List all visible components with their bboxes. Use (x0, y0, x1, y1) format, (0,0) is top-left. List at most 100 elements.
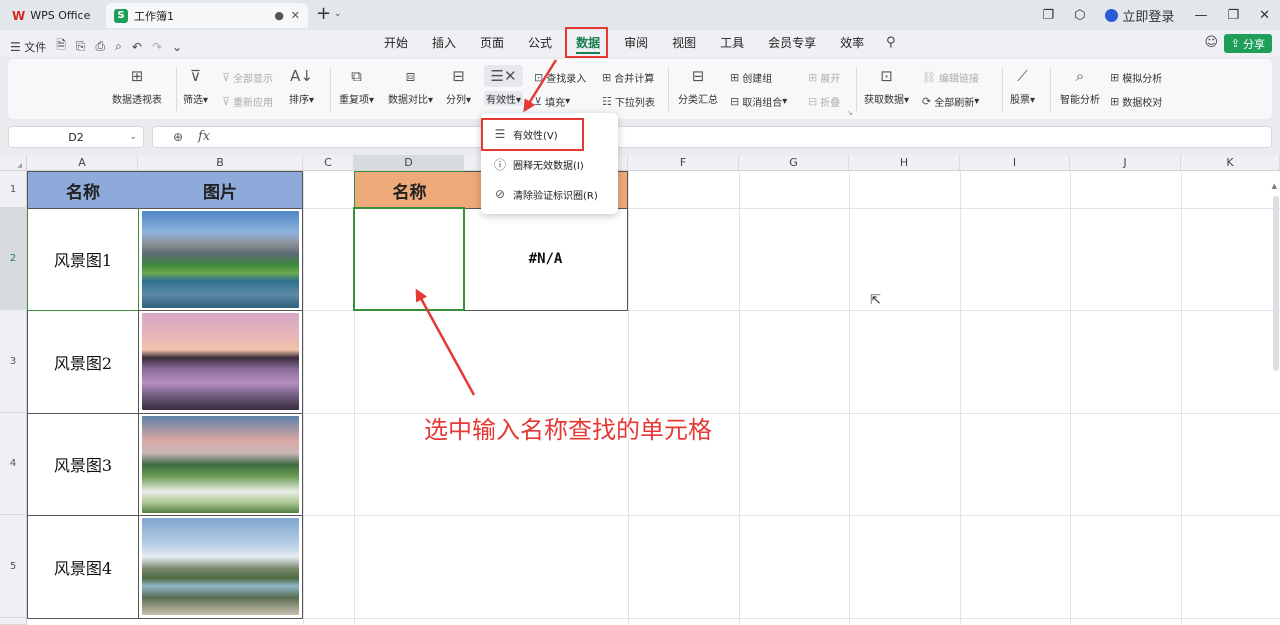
what-if-button[interactable]: ⊞ 模拟分析 (1110, 70, 1162, 85)
column-header-c[interactable]: C (303, 155, 354, 171)
cell-a5[interactable]: 风景图4 (27, 515, 139, 619)
lookup-entry-button[interactable]: ⊡ 查找录入 (534, 70, 586, 85)
get-data-button[interactable]: ⊡ 获取数据▾ (864, 65, 909, 106)
row-header-3[interactable]: 3 (0, 310, 27, 413)
tab-formula[interactable]: 公式 (516, 30, 564, 57)
column-header-a[interactable]: A (27, 155, 138, 171)
menu-item-clear-circles[interactable]: ⊘ 清除验证标识圈(R) (485, 180, 614, 208)
menu-item-circle-invalid[interactable]: ⓘ 圈释无效数据(I) (485, 150, 614, 178)
name-box[interactable]: D2 ⌄ (8, 126, 144, 148)
collapse-button[interactable]: ⊟ 折叠 (808, 94, 840, 109)
cube-icon[interactable]: ⬡ (1074, 8, 1085, 23)
fill-button[interactable]: ⊻ 填充 ▾ (534, 94, 570, 109)
print-preview-icon[interactable]: ⌕ (115, 39, 122, 54)
cell-a3[interactable]: 风景图2 (27, 310, 139, 414)
name-box-chevron-icon[interactable]: ⌄ (129, 132, 137, 142)
cell-b4[interactable] (138, 413, 303, 516)
close-window-icon[interactable]: ✕ (1259, 8, 1270, 23)
pivot-table-button[interactable]: ⊞ 数据透视表 (112, 65, 162, 106)
login-button[interactable]: 立即登录 (1105, 6, 1174, 25)
chat-icon[interactable]: ☺ (1204, 35, 1218, 50)
cell-a4[interactable]: 风景图3 (27, 413, 139, 516)
column-header-k[interactable]: K (1181, 155, 1280, 171)
column-header-g[interactable]: G (739, 155, 849, 171)
split-column-button[interactable]: ⊟ 分列▾ (446, 65, 471, 106)
ungroup-button[interactable]: ⊟ 取消组合 ▾ (730, 94, 787, 109)
tab-insert[interactable]: 插入 (420, 30, 468, 57)
search-icon[interactable]: ⚲ (886, 35, 896, 50)
row-header-5[interactable]: 5 (0, 515, 27, 618)
vertical-scrollbar[interactable] (1273, 196, 1279, 371)
column-header-b[interactable]: B (138, 155, 303, 171)
row-header-4[interactable]: 4 (0, 413, 27, 515)
tab-page[interactable]: 页面 (468, 30, 516, 57)
spreadsheet-grid[interactable]: A B C D E F G H I J K 1 2 3 4 5 名称 图片 名称… (0, 155, 1280, 625)
column-header-d[interactable]: D (354, 155, 464, 171)
dropdown-list-button[interactable]: ☷ 下拉列表 (602, 94, 655, 109)
undo-icon[interactable]: ↶ (132, 40, 142, 54)
tab-review[interactable]: 审阅 (612, 30, 660, 57)
cell-d1[interactable]: 名称 (354, 171, 465, 209)
landscape-image-mountain-lake[interactable] (142, 211, 299, 308)
save-icon[interactable]: 🗎 (56, 36, 66, 57)
create-group-button[interactable]: ⊞ 创建组 (730, 70, 772, 85)
stocks-button[interactable]: ⟋ 股票▾ (1010, 65, 1035, 106)
tab-efficiency[interactable]: 效率 (828, 30, 876, 57)
file-menu[interactable]: ☰ 文件 (10, 39, 46, 55)
cell-b1[interactable]: 图片 (138, 171, 303, 209)
smart-analysis-button[interactable]: ⌕ 智能分析 (1060, 65, 1100, 106)
cell-d2-selected[interactable] (353, 207, 465, 311)
tab-home[interactable]: 开始 (372, 30, 420, 57)
export-icon[interactable]: ⎘ (76, 39, 86, 54)
column-header-h[interactable]: H (849, 155, 960, 171)
refresh-all-button[interactable]: ⟳ 全部刷新 ▾ (922, 94, 979, 109)
validity-button[interactable]: ☰✕ 有效性▾ (484, 65, 524, 106)
new-tab-button[interactable]: + (316, 5, 331, 23)
select-all-corner[interactable] (0, 155, 27, 171)
redo-icon[interactable]: ↷ (152, 40, 162, 54)
fx-icon[interactable]: fx (198, 129, 210, 144)
expand-button[interactable]: ⊞ 展开 (808, 70, 840, 85)
landscape-image-flower-meadow[interactable] (142, 416, 299, 513)
formula-input[interactable]: ⊕ fx (152, 126, 1272, 148)
duplicates-button[interactable]: ⧉ 重复项▾ (339, 65, 374, 106)
subtotal-button[interactable]: ⊟ 分类汇总 (678, 65, 718, 106)
row-header-2[interactable]: 2 (0, 208, 27, 310)
cell-a1[interactable]: 名称 (27, 171, 139, 209)
workbook-tab[interactable]: S 工作簿1 ● ✕ (106, 3, 308, 28)
more-chevron-icon[interactable]: ⌄ (172, 40, 182, 54)
landscape-image-coast-trees[interactable] (142, 518, 299, 615)
restore-icon[interactable]: ❐ (1227, 8, 1239, 23)
share-button[interactable]: ⇪ 分享 (1223, 34, 1272, 53)
cell-e2[interactable]: #N/A (464, 208, 628, 311)
sort-button[interactable]: A↓ 排序▾ (289, 65, 314, 106)
tab-overview-icon[interactable]: ❐ (1042, 8, 1054, 23)
cell-b2[interactable] (138, 208, 303, 311)
scroll-up-icon[interactable]: ▲ (1272, 182, 1277, 190)
column-header-i[interactable]: I (960, 155, 1070, 171)
column-header-f[interactable]: F (628, 155, 739, 171)
cell-b5[interactable] (138, 515, 303, 619)
row-header-1[interactable]: 1 (0, 171, 27, 208)
tab-list-chevron-icon[interactable]: ⌄ (334, 9, 342, 19)
filter-button[interactable]: ⊽ 筛选▾ (183, 65, 208, 106)
reapply-button[interactable]: ⊽ 重新应用 (222, 94, 273, 109)
tab-view[interactable]: 视图 (660, 30, 708, 57)
ribbon-expand-corner-icon[interactable]: ↘ (847, 109, 853, 117)
show-all-button[interactable]: ⊽ 全部显示 (222, 70, 273, 85)
landscape-image-sunset-rocks[interactable] (142, 313, 299, 410)
wps-office-tab[interactable]: W WPS Office (4, 3, 104, 28)
minimize-icon[interactable]: — (1194, 8, 1207, 23)
zoom-lookup-icon[interactable]: ⊕ (173, 130, 183, 144)
tab-member[interactable]: 会员专享 (756, 30, 828, 57)
tab-tools[interactable]: 工具 (708, 30, 756, 57)
cell-a2[interactable]: 风景图1 (27, 208, 139, 311)
edit-links-button[interactable]: ⛓ 编辑链接 (922, 70, 979, 85)
close-tab-icon[interactable]: ✕ (291, 9, 300, 22)
print-icon[interactable]: ⎙ (96, 39, 106, 54)
cell-b3[interactable] (138, 310, 303, 414)
column-header-j[interactable]: J (1070, 155, 1181, 171)
row-header-6[interactable] (0, 618, 27, 625)
data-check-button[interactable]: ⊞ 数据校对 (1110, 94, 1162, 109)
merge-calc-button[interactable]: ⊞ 合并计算 (602, 70, 654, 85)
